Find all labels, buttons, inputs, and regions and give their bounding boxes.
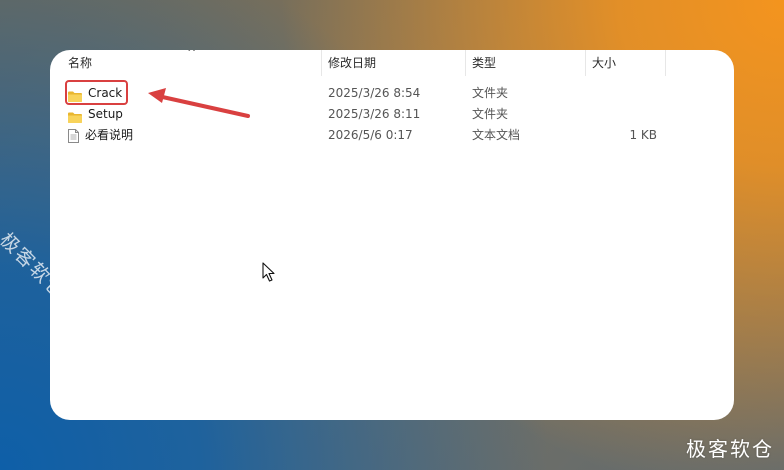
mouse-cursor-icon [262, 262, 275, 282]
file-name: Setup [88, 107, 123, 121]
file-type: 文件夹 [472, 107, 509, 121]
file-name-cell: 必看说明 [68, 125, 133, 146]
file-type: 文件夹 [472, 86, 509, 100]
column-header-type[interactable]: 类型 [466, 50, 585, 76]
file-date: 2026/5/6 0:17 [328, 128, 413, 142]
column-divider[interactable] [665, 50, 666, 76]
file-row-readme[interactable]: 必看说明 2026/5/6 0:17 文本文档 1 KB [50, 125, 734, 146]
column-header-date[interactable]: 修改日期 [322, 50, 465, 76]
file-type: 文本文档 [472, 128, 521, 142]
file-name: 必看说明 [85, 128, 134, 142]
highlight-annotation [65, 80, 128, 105]
file-name-cell: Setup [68, 104, 123, 125]
folder-icon [68, 109, 82, 123]
column-header: ^ 名称 修改日期 类型 大小 [50, 50, 734, 76]
watermark-corner: 极客软仓 [686, 437, 774, 461]
text-document-icon [68, 128, 79, 143]
column-header-name[interactable]: 名称 [62, 50, 321, 76]
arrow-annotation-icon [148, 88, 250, 118]
file-date: 2025/3/26 8:54 [328, 86, 421, 100]
column-header-size[interactable]: 大小 [586, 50, 665, 76]
file-size: 1 KB [629, 128, 657, 142]
file-date: 2025/3/26 8:11 [328, 107, 421, 121]
